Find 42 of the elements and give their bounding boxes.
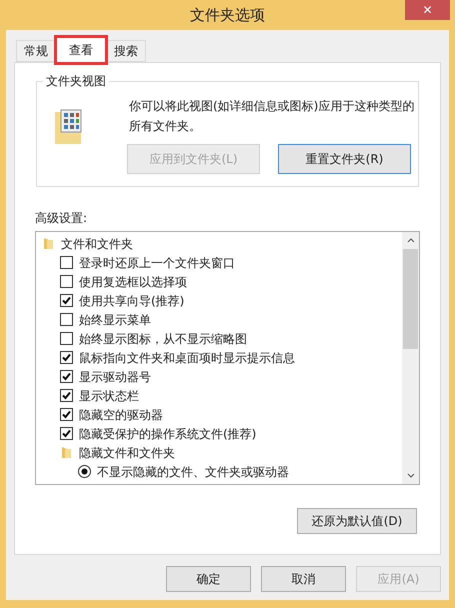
checkbox[interactable] — [60, 332, 73, 345]
checkbox[interactable] — [60, 351, 73, 364]
radio-button[interactable] — [78, 465, 91, 478]
dialog-button[interactable]: 取消 — [261, 566, 346, 592]
tab[interactable]: 查看 — [56, 37, 106, 63]
setting-label: 隐藏空的驱动器 — [79, 406, 163, 424]
setting-label: 始终显示图标，从不显示缩略图 — [79, 330, 247, 348]
scroll-up-icon[interactable] — [406, 238, 414, 243]
checkbox[interactable] — [60, 256, 73, 269]
checkbox[interactable] — [60, 275, 73, 288]
setting-label: 登录时还原上一个文件夹窗口 — [79, 254, 235, 272]
tab[interactable]: 常规 — [16, 40, 56, 62]
window-title: 文件夹选项 — [190, 4, 265, 26]
tab[interactable]: 搜索 — [106, 40, 146, 62]
setting-label: 使用复选框以选择项 — [79, 274, 187, 290]
checkbox[interactable] — [60, 389, 73, 402]
advanced-settings-label: 高级设置: — [35, 210, 88, 227]
restore-defaults-button[interactable]: 还原为默认值(D) — [297, 508, 417, 534]
group-title: 文件夹视图 — [43, 72, 109, 90]
setting-label: 显示状态栏 — [79, 388, 139, 404]
setting-label: 使用共享向导(推荐) — [79, 292, 184, 310]
checkbox[interactable] — [60, 370, 73, 383]
description-text: 你可以将此视图(如详细信息或图标)应用于这种类型的所有文件夹。 — [129, 98, 416, 135]
scrollbar-thumb[interactable] — [403, 249, 418, 349]
checkbox[interactable] — [60, 427, 73, 440]
scrollbar[interactable] — [402, 232, 419, 484]
checkbox[interactable] — [60, 294, 73, 307]
setting-label: 隐藏受保护的操作系统文件(推荐) — [79, 426, 256, 442]
setting-label: 隐藏文件和文件夹 — [79, 444, 175, 462]
checkbox[interactable] — [60, 408, 73, 421]
setting-label: 文件和文件夹 — [61, 236, 133, 252]
folder-view-button[interactable]: 重置文件夹(R) — [278, 144, 411, 174]
folder-icon — [60, 446, 73, 459]
folder-icon — [42, 237, 55, 250]
setting-label: 始终显示菜单 — [79, 312, 151, 328]
setting-label: 鼠标指向文件夹和桌面项时显示提示信息 — [79, 350, 295, 366]
dialog-button[interactable]: 确定 — [166, 566, 251, 592]
close-button[interactable]: ✕ — [405, 0, 450, 20]
scroll-down-icon[interactable] — [406, 473, 414, 478]
setting-label: 显示驱动器号 — [79, 368, 151, 386]
setting-label: 不显示隐藏的文件、文件夹或驱动器 — [97, 464, 289, 480]
checkbox[interactable] — [60, 313, 73, 326]
